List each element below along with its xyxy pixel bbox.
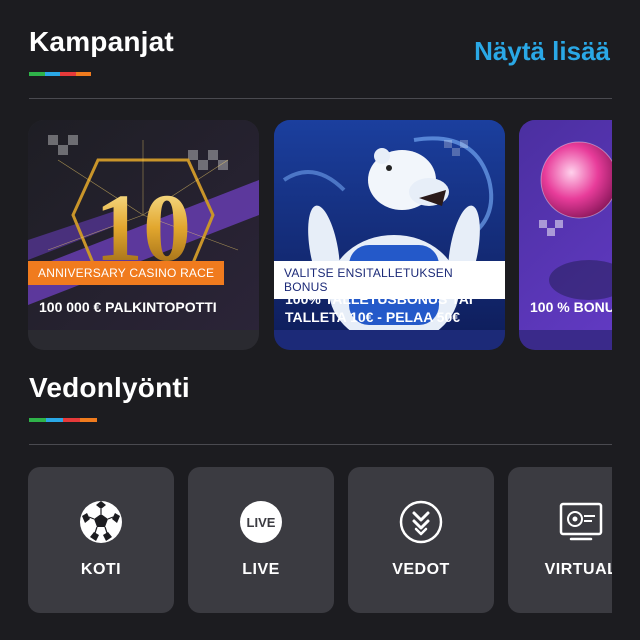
promo-card-casino-race[interactable]: 10 ANNIVERSARY CASINO RACE 100 000 € PAL… [28,120,259,350]
promo-card-first-deposit[interactable]: VALITSE ENSITALLETUKSEN BONUS 100% TALLE… [274,120,505,350]
promotions-carousel[interactable]: 10 ANNIVERSARY CASINO RACE 100 000 € PAL… [28,120,612,352]
betting-item-home[interactable]: KOTI [28,467,174,613]
chevrons-down-icon [399,500,443,544]
betting-title: Vedonlyönti [29,372,190,403]
soccer-ball-icon [80,501,122,543]
see-more-link[interactable]: Näytä lisää [474,36,610,67]
betting-item-bets[interactable]: VEDOT [348,467,494,613]
promo-card-bonus[interactable]: 100 % BONUS [519,120,612,350]
promo-description: 100 000 € PALKINTOPOTTI [39,299,217,315]
betting-item-label: KOTI [80,561,122,578]
promotions-title: Kampanjat [29,26,174,57]
promo-tag: ANNIVERSARY CASINO RACE [28,261,225,285]
section-divider [29,98,612,99]
betting-item-label: LIVE [242,561,280,578]
betting-title-underline [29,418,97,422]
svg-text:LIVE: LIVE [247,515,276,530]
betting-item-live[interactable]: LIVE LIVE [188,467,334,613]
betting-item-label: VEDOT [392,561,450,578]
betting-item-label: VIRTUAL [544,561,612,578]
virtual-screen-icon [559,502,603,541]
promo-description: 100 % BONUS [530,299,612,315]
betting-item-virtual[interactable]: VIRTUAL [508,467,612,613]
live-badge-icon: LIVE [240,501,282,543]
promotions-title-underline [29,72,91,76]
betting-menu: KOTI LIVE LIVE VEDOT VIRTUAL [28,467,612,613]
promo-description: 100% TALLETUSBONUS TAI TALLETA 10€ - PEL… [285,291,473,325]
section-divider [29,444,612,445]
